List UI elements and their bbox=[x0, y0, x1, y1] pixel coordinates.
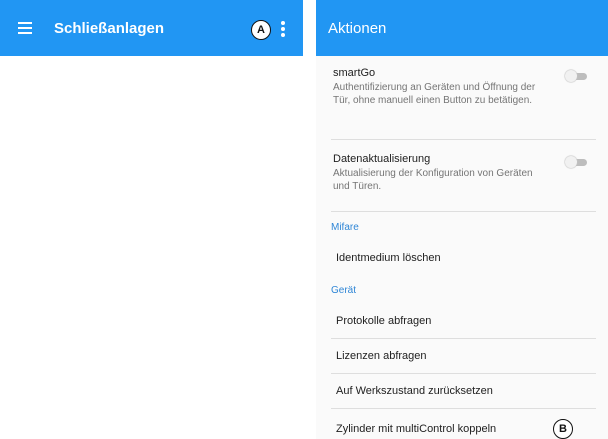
category-geraet: Gerät bbox=[331, 285, 357, 296]
action-werkszustand-zuruecksetzen[interactable]: Auf Werkszustand zurücksetzen bbox=[336, 385, 493, 397]
smartgo-toggle[interactable] bbox=[565, 70, 587, 82]
setting-smartgo[interactable]: smartGo Authentifizierung an Geräten und… bbox=[316, 67, 608, 107]
setting-smartgo-description: Authentifizierung an Geräten und Öffnung… bbox=[333, 82, 536, 106]
toggle-thumb bbox=[565, 156, 577, 168]
divider bbox=[331, 338, 596, 339]
hamburger-menu-icon[interactable] bbox=[18, 22, 32, 34]
right-app-title: Aktionen bbox=[328, 19, 387, 37]
left-app-title: Schließanlagen bbox=[54, 19, 165, 37]
setting-datenaktualisierung[interactable]: Datenaktualisierung Aktualisierung der K… bbox=[316, 153, 608, 193]
action-protokolle-abfragen[interactable]: Protokolle abfragen bbox=[336, 315, 431, 327]
action-identmedium-loeschen[interactable]: Identmedium löschen bbox=[336, 252, 441, 264]
callout-marker-b: B bbox=[553, 419, 573, 439]
divider bbox=[331, 139, 596, 140]
divider bbox=[331, 408, 596, 409]
overflow-menu-icon[interactable] bbox=[281, 20, 285, 38]
divider bbox=[331, 373, 596, 374]
divider bbox=[331, 211, 596, 212]
left-screen: Schließanlagen bbox=[0, 0, 303, 439]
category-mifare: Mifare bbox=[331, 222, 359, 233]
action-zylinder-koppeln[interactable]: Zylinder mit multiControl koppeln bbox=[336, 423, 496, 435]
right-app-bar: Aktionen bbox=[316, 0, 608, 56]
action-lizenzen-abfragen[interactable]: Lizenzen abfragen bbox=[336, 350, 427, 362]
toggle-thumb bbox=[565, 70, 577, 82]
datenaktualisierung-toggle[interactable] bbox=[565, 156, 587, 168]
right-screen: Aktionen smartGo Authentifizierung an Ge… bbox=[316, 0, 608, 439]
callout-marker-a: A bbox=[251, 20, 271, 40]
setting-smartgo-title: smartGo bbox=[333, 67, 376, 79]
setting-datenaktualisierung-title: Datenaktualisierung bbox=[333, 153, 431, 165]
setting-datenaktualisierung-description: Aktualisierung der Konfiguration von Ger… bbox=[333, 168, 533, 192]
